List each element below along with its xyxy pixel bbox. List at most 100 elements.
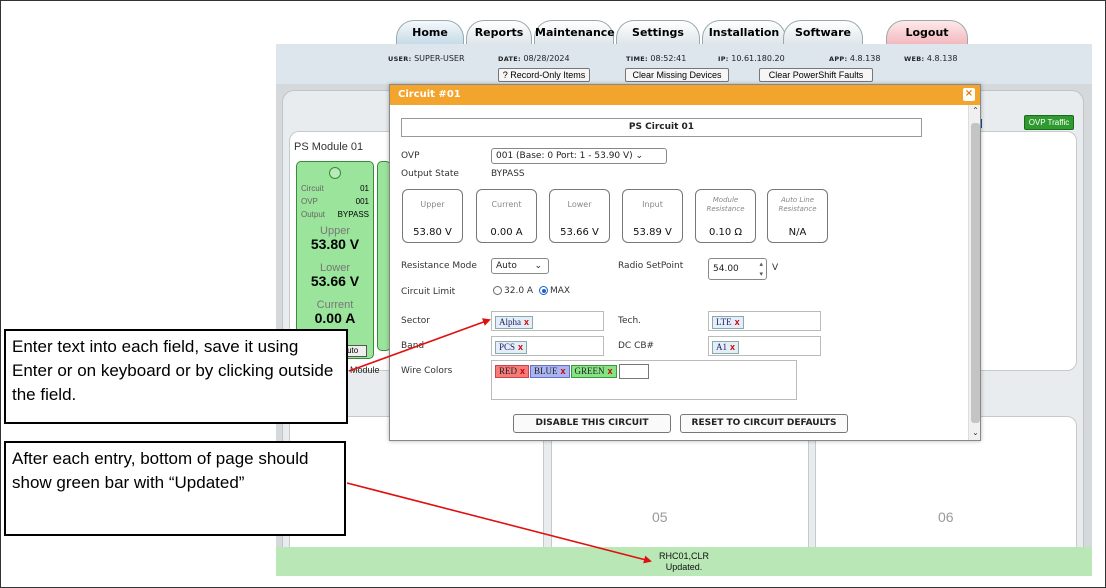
metric-value: 53.66 V bbox=[560, 227, 599, 238]
metric-value: 53.89 V bbox=[633, 227, 672, 238]
modal-scrollbar[interactable]: ⌃ ⌄ bbox=[968, 105, 980, 440]
ip-value: 10.61.180.20 bbox=[731, 54, 785, 63]
web-value: 4.8.138 bbox=[926, 54, 958, 63]
updated-message: Updated. bbox=[665, 562, 703, 572]
metric-value: 0.00 A bbox=[490, 227, 523, 238]
modal-title: Circuit #01 bbox=[390, 85, 980, 105]
user-value: SUPER-USER bbox=[414, 54, 465, 63]
ovp-traffic-button[interactable]: OVP Traffic bbox=[1024, 115, 1074, 130]
record-only-button[interactable]: ? Record-Only Items bbox=[498, 68, 590, 82]
logout-button[interactable]: Logout bbox=[886, 20, 968, 44]
metric-value: N/A bbox=[788, 227, 807, 238]
chevron-down-icon[interactable]: ⌄ bbox=[971, 428, 980, 437]
updated-command: RHC01,CLR bbox=[658, 551, 709, 561]
output-state-value: BYPASS bbox=[491, 169, 525, 179]
status-bar: USER: SUPER-USER DATE: 08/28/2024 TIME: … bbox=[276, 44, 1092, 84]
chevron-down-icon: ⌄ bbox=[635, 151, 644, 161]
tab-home[interactable]: Home bbox=[396, 20, 464, 44]
limit-option-32a[interactable]: 32.0 A bbox=[493, 286, 533, 296]
module-button[interactable]: Module bbox=[350, 365, 380, 375]
remove-tag-icon[interactable]: x bbox=[735, 317, 740, 327]
callout-enter-text: Enter text into each field, save it usin… bbox=[4, 329, 348, 424]
wire-colors-label: Wire Colors bbox=[401, 366, 453, 376]
card-upper-value: 53.80 V bbox=[310, 236, 360, 252]
band-label: Band bbox=[401, 341, 425, 351]
metric-auto-line-resistance: Auto Line Resistance N/A bbox=[767, 189, 828, 243]
card-output-label: Output bbox=[301, 210, 326, 219]
tab-installation[interactable]: Installation bbox=[702, 20, 786, 44]
remove-tag-icon[interactable]: x bbox=[730, 342, 735, 352]
metric-label: Input bbox=[642, 200, 663, 209]
tag-label: Alpha bbox=[499, 317, 521, 327]
ovp-select-value: 001 (Base: 0 Port: 1 - 53.90 V) bbox=[496, 151, 633, 161]
tech-field[interactable]: LTE x bbox=[708, 311, 821, 331]
chevron-down-icon: ⌄ bbox=[534, 261, 542, 271]
dc-cb-tag: A1 x bbox=[712, 341, 740, 354]
date-label: DATE: bbox=[498, 55, 521, 63]
tag-label: LTE bbox=[716, 317, 732, 327]
ovp-label: OVP bbox=[401, 151, 420, 161]
tab-reports[interactable]: Reports bbox=[466, 20, 532, 44]
wire-color-input[interactable] bbox=[618, 364, 649, 379]
tag-label: BLUE bbox=[534, 366, 558, 376]
disable-circuit-button[interactable]: DISABLE THIS CIRCUIT bbox=[513, 414, 671, 433]
tab-maintenance[interactable]: Maintenance bbox=[534, 20, 615, 44]
tag-label: RED bbox=[499, 366, 517, 376]
user-info: USER: SUPER-USER bbox=[388, 54, 465, 63]
limit-option-label: 32.0 A bbox=[504, 286, 534, 296]
sector-field[interactable]: Alpha x bbox=[491, 311, 604, 331]
tab-settings[interactable]: Settings bbox=[616, 20, 700, 44]
radio-selected-icon bbox=[539, 286, 548, 295]
radio-setpoint-unit: V bbox=[772, 263, 779, 273]
circuit-name-input[interactable]: PS Circuit 01 bbox=[401, 118, 922, 137]
web-label: WEB: bbox=[904, 55, 925, 63]
remove-tag-icon[interactable]: x bbox=[524, 317, 529, 327]
close-icon[interactable]: × bbox=[963, 88, 975, 101]
metric-value: 0.10 Ω bbox=[708, 227, 743, 238]
sector-tag: Alpha x bbox=[495, 316, 534, 329]
remove-tag-icon[interactable]: x bbox=[561, 366, 566, 376]
remove-tag-icon[interactable]: x bbox=[520, 366, 525, 376]
card-ovp-label: OVP bbox=[301, 197, 318, 206]
remove-tag-icon[interactable]: x bbox=[608, 366, 613, 376]
chevron-up-icon[interactable]: ⌃ bbox=[971, 106, 980, 115]
limit-option-max[interactable]: MAX bbox=[539, 286, 570, 296]
time-label: TIME: bbox=[626, 55, 648, 63]
cell-number: 05 bbox=[652, 509, 668, 525]
circuit-limit-label: Circuit Limit bbox=[401, 287, 456, 297]
remove-tag-icon[interactable]: x bbox=[518, 342, 523, 352]
clear-missing-devices-button[interactable]: Clear Missing Devices bbox=[625, 68, 729, 82]
ovp-select[interactable]: 001 (Base: 0 Port: 1 - 53.90 V) ⌄ bbox=[491, 148, 667, 164]
reset-circuit-defaults-button[interactable]: RESET TO CIRCUIT DEFAULTS bbox=[680, 414, 848, 433]
radio-setpoint-input[interactable]: 54.00 ▴ ▾ bbox=[708, 258, 767, 280]
updated-bar: RHC01,CLR Updated. bbox=[276, 547, 1092, 576]
metric-input: Input 53.89 V bbox=[622, 189, 683, 243]
band-tag: PCS x bbox=[495, 341, 528, 354]
clear-powershift-faults-button[interactable]: Clear PowerShift Faults bbox=[759, 68, 873, 82]
tab-software[interactable]: Software bbox=[783, 20, 863, 44]
limit-option-label: MAX bbox=[550, 286, 571, 296]
date-value: 08/28/2024 bbox=[523, 54, 570, 63]
radio-icon bbox=[493, 286, 502, 295]
card-current-value: 0.00 A bbox=[314, 310, 356, 326]
module-title: PS Module 01 bbox=[294, 141, 364, 153]
stepper-icon[interactable]: ▴ ▾ bbox=[759, 259, 763, 279]
circuit-modal: Circuit #01 × ⌃ ⌄ PS Circuit 01 OVP 001 … bbox=[389, 84, 981, 441]
wire-colors-field[interactable]: RED x BLUE x GREEN x bbox=[491, 360, 797, 400]
status-led-icon bbox=[329, 167, 341, 179]
wire-tag-green: GREEN x bbox=[570, 365, 617, 378]
nav-tabs: Home Reports Maintenance Settings Instal… bbox=[276, 14, 1092, 44]
metric-lower: Lower 53.66 V bbox=[549, 189, 610, 243]
band-field[interactable]: PCS x bbox=[491, 336, 604, 356]
app-label: APP: bbox=[829, 55, 848, 63]
resistance-mode-select[interactable]: Auto ⌄ bbox=[491, 258, 549, 274]
metric-value: 53.80 V bbox=[413, 227, 452, 238]
tag-label: PCS bbox=[499, 342, 516, 352]
scrollbar-thumb[interactable] bbox=[971, 123, 980, 423]
metric-label: Lower bbox=[567, 200, 592, 209]
card-circuit-value: 01 bbox=[360, 184, 369, 193]
tag-label: A1 bbox=[716, 342, 727, 352]
resistance-mode-value: Auto bbox=[496, 261, 517, 271]
output-state-label: Output State bbox=[401, 169, 459, 179]
dc-cb-field[interactable]: A1 x bbox=[708, 336, 821, 356]
